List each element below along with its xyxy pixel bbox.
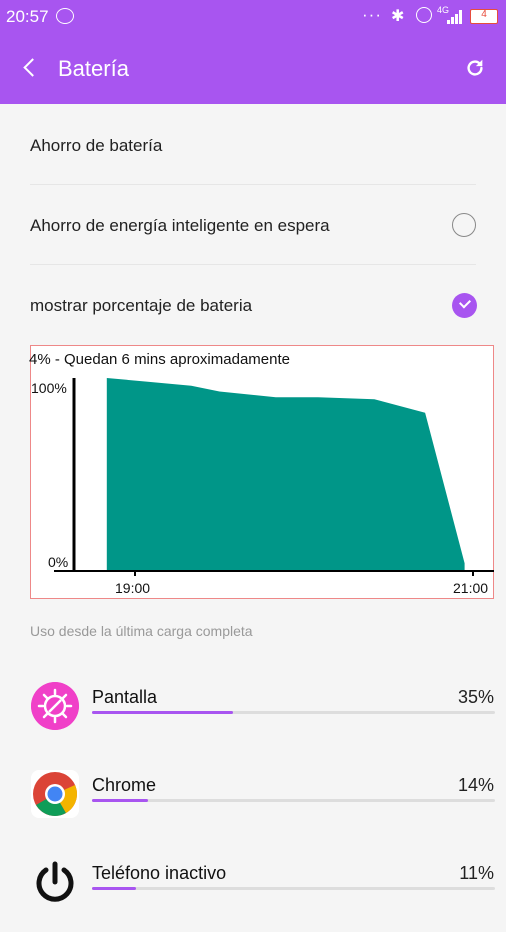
smart-saver-radio[interactable] <box>452 213 476 237</box>
usage-item-name: Chrome <box>92 775 157 795</box>
usage-item-name: Teléfono inactivo <box>92 863 227 883</box>
usage-item-percent: 35% <box>457 687 494 707</box>
smart-saver-item[interactable]: Ahorro de energía inteligente en espera <box>30 216 478 236</box>
usage-bar <box>92 711 495 714</box>
y-tick-label: 100% <box>31 380 67 396</box>
refresh-icon[interactable] <box>464 56 486 80</box>
battery-icon: 4 <box>470 9 498 24</box>
x-tick-label: 21:00 <box>453 580 488 596</box>
usage-item-percent: 11% <box>459 863 494 883</box>
usage-bar <box>92 799 495 802</box>
message-icon <box>56 8 74 24</box>
alarm-icon <box>416 7 432 23</box>
status-time: 20:57 <box>6 7 49 26</box>
usage-section-label: Uso desde la última carga completa <box>30 623 253 639</box>
back-arrow-icon[interactable] <box>23 58 42 77</box>
signal-icon <box>447 10 462 24</box>
y-tick-label: 0% <box>48 554 68 570</box>
screen-icon <box>31 682 79 730</box>
battery-level: 4 <box>481 9 487 20</box>
more-dots-icon: ··· <box>362 5 382 24</box>
x-tick-label: 19:00 <box>115 580 150 596</box>
battery-saver-item[interactable]: Ahorro de batería <box>30 136 478 156</box>
show-percentage-item[interactable]: mostrar porcentaje de bateria <box>30 296 478 316</box>
app-bar: Batería <box>0 34 506 104</box>
status-bar: 20:57 ··· ✱ 4G 4 <box>0 0 506 34</box>
usage-bar-fill <box>92 711 234 714</box>
usage-bar-fill <box>92 799 149 802</box>
show-percentage-check[interactable] <box>452 293 477 318</box>
page-title: Batería <box>58 56 129 81</box>
usage-item-name: Pantalla <box>92 687 158 707</box>
battery-chart-plot: 100% 0% 19:00 21:00 <box>31 378 494 596</box>
usage-bar-fill <box>92 887 137 890</box>
battery-area <box>106 378 465 571</box>
usage-bar <box>92 887 495 890</box>
chrome-icon <box>31 770 79 818</box>
usage-item-percent: 14% <box>457 775 494 795</box>
divider <box>30 264 476 265</box>
bluetooth-icon: ✱ <box>391 8 405 25</box>
divider <box>30 184 476 185</box>
